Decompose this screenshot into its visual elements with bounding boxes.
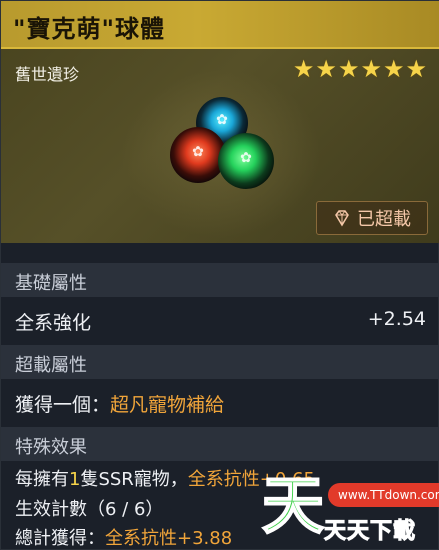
section-title: 超載屬性 <box>15 355 87 376</box>
text: 每擁有 <box>15 469 69 490</box>
special-line-2: 生效計數（6 / 6） <box>15 499 164 520</box>
site-watermark: 天 www.TTdown.com 天天下載 <box>258 469 439 549</box>
overload-label: 已超載 <box>357 209 411 230</box>
watermark-text: 天天下載 <box>323 519 417 545</box>
paw-icon: ✿ <box>216 112 228 129</box>
paw-icon: ✿ <box>240 150 252 167</box>
overload-badge[interactable]: 已超載 <box>316 201 428 235</box>
overload-prefix: 獲得一個： <box>15 394 111 416</box>
text: 隻SSR寵物， <box>80 469 188 490</box>
overload-reward: 超凡寵物補給 <box>110 394 225 416</box>
watermark-glyph: 天 <box>261 469 325 542</box>
item-title: "寶克萌"球體 <box>13 15 166 43</box>
text: 總計獲得： <box>15 528 105 549</box>
rarity-label: 舊世遺珍 <box>15 65 80 84</box>
section-overload-attributes: 超載屬性 <box>1 345 439 379</box>
ssr-count: 1 <box>69 469 81 490</box>
green-orb-icon: ✿ <box>218 133 274 189</box>
watermark-url: www.TTdown.com <box>328 483 439 507</box>
item-card: "寶克萌"球體 舊世遺珍 ★★★★★★ ✿ ✿ ✿ 已超載 基礎屬性 全系強化 … <box>0 0 439 550</box>
total-bonus: 全系抗性+3.88 <box>105 528 233 549</box>
stat-value: +2.54 <box>367 308 426 330</box>
paw-icon: ✿ <box>192 144 204 161</box>
gem-icon <box>333 209 351 227</box>
item-hero: 舊世遺珍 ★★★★★★ ✿ ✿ ✿ 已超載 <box>1 49 439 243</box>
stat-row: 全系強化 +2.54 <box>1 297 439 343</box>
title-bar: "寶克萌"球體 <box>1 1 439 49</box>
section-title: 基礎屬性 <box>15 273 87 294</box>
stat-name: 全系強化 <box>15 312 92 334</box>
section-title: 特殊效果 <box>15 437 87 458</box>
section-special-effects: 特殊效果 <box>1 427 439 461</box>
overload-text: 獲得一個：超凡寵物補給 <box>15 390 224 417</box>
orb-image: ✿ ✿ ✿ <box>166 97 276 207</box>
special-line-3: 總計獲得：全系抗性+3.88 <box>15 524 232 550</box>
section-base-attributes: 基礎屬性 <box>1 263 439 297</box>
star-rating: ★★★★★★ <box>292 55 428 83</box>
overload-row: 獲得一個：超凡寵物補給 <box>1 379 439 425</box>
